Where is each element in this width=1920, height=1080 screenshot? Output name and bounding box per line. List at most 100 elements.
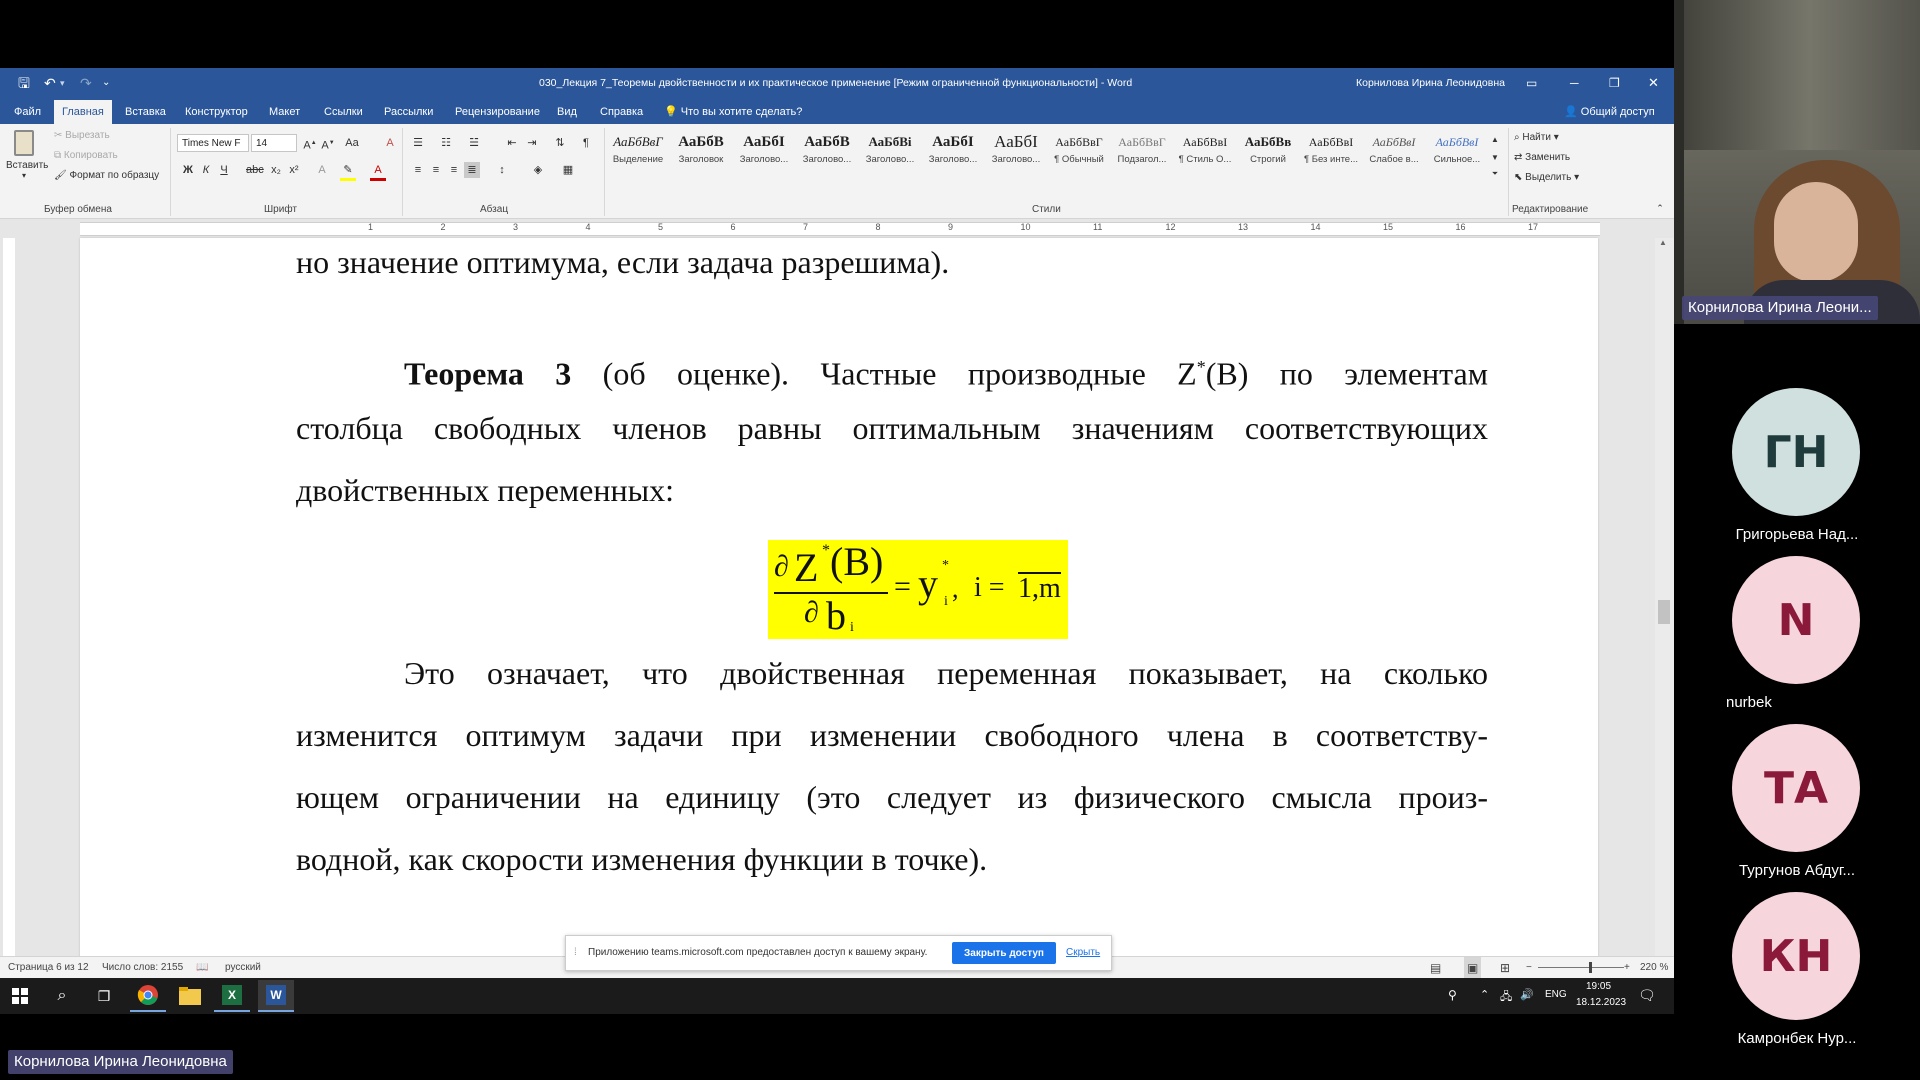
undo-icon[interactable]: ↶ <box>44 68 56 98</box>
shading-icon[interactable]: ◈ <box>530 162 546 178</box>
tab-help[interactable]: Справка <box>592 100 651 124</box>
collapse-ribbon-icon[interactable]: ⌃ <box>1652 200 1668 216</box>
share-button[interactable]: 👤 Общий доступ <box>1556 100 1663 124</box>
highlight-icon[interactable]: ✎ <box>340 162 356 181</box>
italic-icon[interactable]: К <box>198 162 214 178</box>
search-icon[interactable]: ⌕ <box>44 980 80 1012</box>
paste-button[interactable]: Вставить ▾ <box>6 130 48 180</box>
tab-home[interactable]: Главная <box>54 100 112 124</box>
restore-icon[interactable]: ❐ <box>1609 68 1620 98</box>
tab-references[interactable]: Ссылки <box>316 100 371 124</box>
document-page[interactable]: но значение оптимума, если задача разреш… <box>80 238 1598 1014</box>
participant-tile[interactable]: ТА Тургунов Абдуг... <box>1680 724 1914 884</box>
tab-insert[interactable]: Вставка <box>117 100 174 124</box>
avatar[interactable]: ГН <box>1732 388 1860 516</box>
numbering-icon[interactable]: ☷ <box>438 135 454 151</box>
sort-icon[interactable]: ⇅ <box>552 135 568 151</box>
line-spacing-icon[interactable]: ↕ <box>494 162 510 178</box>
scroll-up-icon[interactable]: ▲ <box>1659 238 1667 247</box>
superscript-icon[interactable]: x² <box>286 162 302 178</box>
align-center-icon[interactable]: ≡ <box>428 162 444 178</box>
proofing-icon[interactable]: 📖 <box>196 957 208 979</box>
style-item[interactable]: АаБбВвГ Подзагол... <box>1111 130 1173 180</box>
style-item[interactable]: АаБбВ Заголовок <box>670 130 732 180</box>
styles-scroll-down-icon[interactable]: ▼ <box>1487 150 1503 166</box>
zoom-in-icon[interactable]: + <box>1624 957 1630 979</box>
minimize-icon[interactable]: ─ <box>1570 68 1579 98</box>
underline-icon[interactable]: Ч <box>216 162 232 178</box>
format-painter-button[interactable]: 🖌 Формат по образцу <box>54 170 159 181</box>
network-icon[interactable]: 🖧 <box>1500 988 1512 1007</box>
style-item[interactable]: АаБбI Заголово... <box>733 130 795 180</box>
zoom-slider-handle[interactable] <box>1589 962 1592 973</box>
notifications-icon[interactable]: 🗨 <box>1638 987 1656 1004</box>
volume-icon[interactable]: 🔊 <box>1520 988 1534 1001</box>
pilcrow-icon[interactable]: ¶ <box>578 135 594 151</box>
strikethrough-icon[interactable]: abc <box>246 162 264 178</box>
tab-file[interactable]: Файл <box>6 100 49 124</box>
styles-more-icon[interactable]: ⏷ <box>1487 166 1503 182</box>
zoom-slider[interactable] <box>1538 967 1624 968</box>
task-view-icon[interactable]: ❐ <box>86 980 122 1012</box>
styles-scroll-up-icon[interactable]: ▲ <box>1487 132 1503 148</box>
stop-sharing-button[interactable]: Закрыть доступ <box>952 942 1056 964</box>
style-item[interactable]: АаБбВвI ¶ Без инте... <box>1300 130 1362 180</box>
participant-tile[interactable]: N nurbek <box>1680 556 1914 716</box>
user-name[interactable]: Корнилова Ирина Леонидовна <box>1356 68 1505 98</box>
justify-icon[interactable]: ≣ <box>464 162 480 178</box>
page-count[interactable]: Страница 6 из 12 <box>8 957 89 979</box>
text-effects-icon[interactable]: A <box>314 162 330 178</box>
align-right-icon[interactable]: ≡ <box>446 162 462 178</box>
tell-me-box[interactable]: 💡 Что вы хотите сделать? <box>656 100 810 124</box>
decrease-indent-icon[interactable]: ⇤ <box>504 135 520 151</box>
save-icon[interactable]: 🖫 <box>18 68 30 98</box>
style-item[interactable]: АаБбВвГ Выделение <box>607 130 669 180</box>
tab-review[interactable]: Рецензирование <box>447 100 548 124</box>
bullets-icon[interactable]: ☰ <box>410 135 426 151</box>
tab-view[interactable]: Вид <box>549 100 585 124</box>
highlighted-formula[interactable]: ∂ Z * (B) ∂ b i = y * i , i = 1,m <box>768 539 1068 639</box>
shrink-font-icon[interactable]: A▼ <box>320 135 336 152</box>
drag-handle-icon[interactable]: ⁞ <box>574 936 577 970</box>
word-count[interactable]: Число слов: 2155 <box>102 957 183 979</box>
participant-tile[interactable]: ГН Григорьева Над... <box>1680 388 1914 548</box>
customize-toolbar-icon[interactable]: ⌄ <box>102 68 110 98</box>
style-item[interactable]: АаБбI Заголово... <box>922 130 984 180</box>
style-item[interactable]: АаБбВвI Сильное... <box>1426 130 1488 180</box>
people-icon[interactable]: ⚲ <box>1448 988 1457 1002</box>
style-item[interactable]: АаБбВі Заголово... <box>859 130 921 180</box>
style-item[interactable]: АаБбВв Строгий <box>1237 130 1299 180</box>
zoom-level[interactable]: 220 % <box>1640 957 1668 979</box>
clock-date[interactable]: 18.12.2023 <box>1576 997 1626 1008</box>
font-size-box[interactable]: 14 <box>251 134 297 152</box>
chevron-down-icon[interactable]: ▾ <box>60 68 65 98</box>
excel-icon[interactable]: X <box>214 980 250 1012</box>
select-button[interactable]: ⬉ Выделить ▾ <box>1514 172 1579 183</box>
close-icon[interactable]: ✕ <box>1648 68 1659 98</box>
clear-formatting-icon[interactable]: A <box>382 135 398 151</box>
participant-tile[interactable]: КН Камронбек Нур... <box>1680 892 1914 1052</box>
tab-layout[interactable]: Макет <box>261 100 308 124</box>
chevron-up-icon[interactable]: ⌃ <box>1480 988 1489 1001</box>
keyboard-language[interactable]: ENG <box>1545 989 1567 1000</box>
borders-icon[interactable]: ▦ <box>560 162 576 178</box>
style-item[interactable]: АаБбВвI ¶ Стиль О... <box>1174 130 1236 180</box>
clock-time[interactable]: 19:05 <box>1586 981 1611 992</box>
word-icon[interactable]: W <box>258 980 294 1012</box>
subscript-icon[interactable]: x₂ <box>268 162 284 178</box>
print-layout-icon[interactable]: ▣ <box>1464 957 1482 979</box>
file-explorer-icon[interactable] <box>172 980 208 1012</box>
read-mode-icon[interactable]: ▤ <box>1430 957 1441 979</box>
bold-icon[interactable]: Ж <box>180 162 196 178</box>
chrome-icon[interactable] <box>130 980 166 1012</box>
tab-mailings[interactable]: Рассылки <box>376 100 441 124</box>
copy-button[interactable]: ⧉ Копировать <box>54 150 118 161</box>
hide-link[interactable]: Скрыть <box>1066 936 1100 970</box>
avatar[interactable]: КН <box>1732 892 1860 1020</box>
scroll-thumb[interactable] <box>1658 600 1670 624</box>
redo-icon[interactable]: ↷ <box>80 68 92 98</box>
multilevel-list-icon[interactable]: ☱ <box>466 135 482 151</box>
align-left-icon[interactable]: ≡ <box>410 162 426 178</box>
change-case-icon[interactable]: Aa <box>344 135 360 151</box>
avatar[interactable]: ТА <box>1732 724 1860 852</box>
